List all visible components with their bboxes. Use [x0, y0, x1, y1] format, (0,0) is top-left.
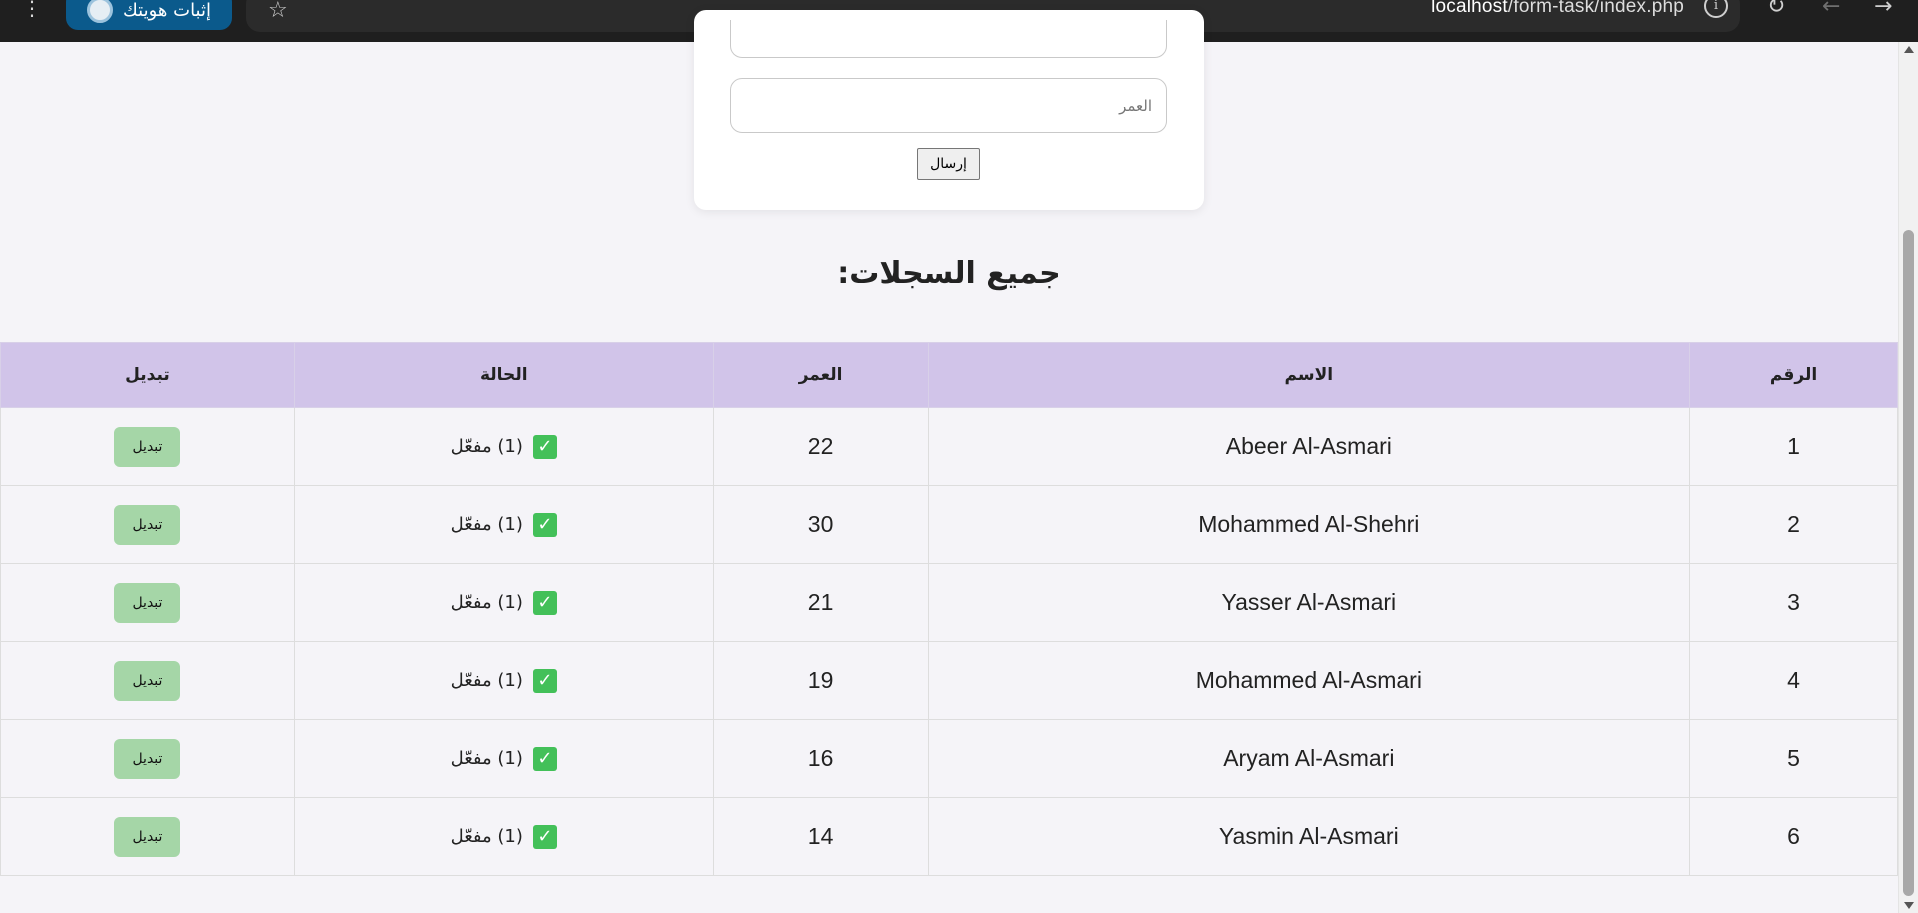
cell-number: 2 — [1689, 485, 1898, 564]
toggle-button[interactable]: تبديل — [114, 660, 181, 701]
cell-age: 16 — [712, 719, 929, 798]
identity-badge-icon — [87, 0, 113, 23]
cell-age: 22 — [712, 407, 929, 486]
previous-input-field[interactable] — [730, 20, 1167, 58]
cell-status: ✓ (1) مفعّل — [293, 719, 714, 798]
check-icon: ✓ — [532, 512, 557, 537]
cell-age: 30 — [712, 485, 929, 564]
url-text[interactable]: localhost/form-task/index.php — [1431, 0, 1684, 18]
table-row: 4 Mohammed Al-Asmari 19 ✓ (1) مفعّل تبديل — [0, 641, 1898, 720]
check-icon: ✓ — [532, 824, 557, 849]
check-icon: ✓ — [532, 434, 557, 459]
page-scrollbar[interactable] — [1898, 42, 1918, 913]
back-arrow-icon[interactable]: ← — [1822, 0, 1840, 19]
vertical-dots-icon[interactable]: ⋮ — [22, 0, 42, 20]
scroll-down-arrow-icon[interactable] — [1904, 902, 1914, 909]
table-row: 2 Mohammed Al-Shehri 30 ✓ (1) مفعّل تبديل — [0, 485, 1898, 564]
header-name: الاسم — [927, 342, 1691, 408]
cell-toggle: تبديل — [0, 719, 295, 798]
identity-button-label: إثبات هويتك — [123, 0, 211, 21]
cell-number: 6 — [1689, 797, 1898, 876]
cell-toggle: تبديل — [0, 407, 295, 486]
status-text: (1) مفعّل — [450, 513, 523, 535]
check-icon: ✓ — [532, 590, 557, 615]
status-text: (1) مفعّل — [450, 591, 523, 613]
status-text: (1) مفعّل — [450, 825, 523, 847]
reload-icon[interactable]: ↻ — [1767, 0, 1785, 19]
toggle-button[interactable]: تبديل — [114, 738, 181, 779]
cell-status: ✓ (1) مفعّل — [293, 485, 714, 564]
cell-toggle: تبديل — [0, 563, 295, 642]
cell-name: Abeer Al-Asmari — [927, 407, 1691, 486]
toggle-button[interactable]: تبديل — [114, 504, 181, 545]
cell-status: ✓ (1) مفعّل — [293, 407, 714, 486]
cell-name: Aryam Al-Asmari — [927, 719, 1691, 798]
cell-status: ✓ (1) مفعّل — [293, 563, 714, 642]
toggle-button[interactable]: تبديل — [114, 816, 181, 857]
status-text: (1) مفعّل — [450, 435, 523, 457]
scrollbar-thumb[interactable] — [1903, 230, 1914, 896]
cell-toggle: تبديل — [0, 485, 295, 564]
table-row: 3 Yasser Al-Asmari 21 ✓ (1) مفعّل تبديل — [0, 563, 1898, 642]
table-row: 6 Yasmin Al-Asmari 14 ✓ (1) مفعّل تبديل — [0, 797, 1898, 876]
url-path: /form-task/index.php — [1507, 0, 1684, 17]
table-row: 1 Abeer Al-Asmari 22 ✓ (1) مفعّل تبديل — [0, 407, 1898, 486]
cell-status: ✓ (1) مفعّل — [293, 641, 714, 720]
form-card: إرسال — [694, 10, 1204, 210]
toggle-button[interactable]: تبديل — [114, 582, 181, 623]
identity-button[interactable]: إثبات هويتك — [66, 0, 232, 30]
records-table: الرقم الاسم العمر الحالة تبديل 1 Abeer A… — [0, 342, 1898, 876]
scroll-up-arrow-icon[interactable] — [1904, 46, 1914, 53]
table-header-row: الرقم الاسم العمر الحالة تبديل — [0, 342, 1898, 408]
cell-name: Yasmin Al-Asmari — [927, 797, 1691, 876]
submit-button[interactable]: إرسال — [917, 148, 980, 180]
table-row: 5 Aryam Al-Asmari 16 ✓ (1) مفعّل تبديل — [0, 719, 1898, 798]
cell-age: 14 — [712, 797, 929, 876]
cell-toggle: تبديل — [0, 797, 295, 876]
cell-status: ✓ (1) مفعّل — [293, 797, 714, 876]
header-status: الحالة — [293, 342, 714, 408]
cell-name: Mohammed Al-Shehri — [927, 485, 1691, 564]
header-age: العمر — [712, 342, 929, 408]
check-icon: ✓ — [532, 746, 557, 771]
records-title: جميع السجلات: — [837, 256, 1061, 291]
cell-age: 19 — [712, 641, 929, 720]
check-icon: ✓ — [532, 668, 557, 693]
age-input[interactable] — [730, 78, 1167, 133]
cell-age: 21 — [712, 563, 929, 642]
status-text: (1) مفعّل — [450, 747, 523, 769]
cell-toggle: تبديل — [0, 641, 295, 720]
cell-number: 3 — [1689, 563, 1898, 642]
cell-name: Mohammed Al-Asmari — [927, 641, 1691, 720]
toggle-button[interactable]: تبديل — [114, 426, 181, 467]
cell-number: 5 — [1689, 719, 1898, 798]
cell-number: 1 — [1689, 407, 1898, 486]
status-text: (1) مفعّل — [450, 669, 523, 691]
forward-arrow-icon[interactable]: → — [1874, 0, 1892, 19]
url-host: localhost — [1431, 0, 1508, 17]
cell-name: Yasser Al-Asmari — [927, 563, 1691, 642]
header-number: الرقم — [1689, 342, 1898, 408]
star-icon[interactable]: ☆ — [268, 0, 288, 23]
cell-number: 4 — [1689, 641, 1898, 720]
header-toggle: تبديل — [0, 342, 295, 408]
